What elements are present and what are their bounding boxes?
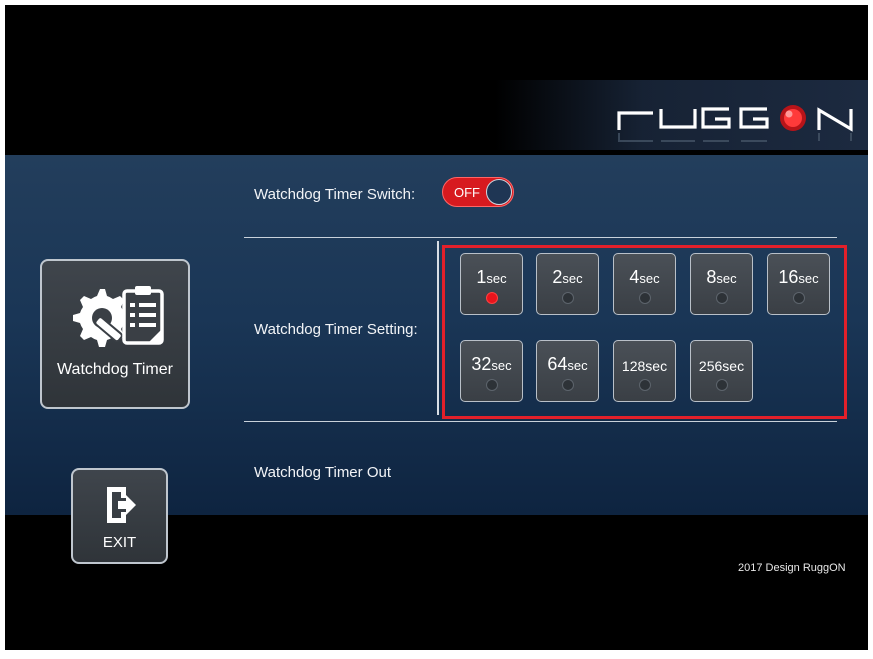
option-unit: sec bbox=[645, 358, 668, 374]
radio-unselected-icon bbox=[715, 379, 728, 391]
watchdog-switch-toggle[interactable]: OFF bbox=[442, 177, 514, 207]
copyright-text: 2017 Design RuggON bbox=[738, 562, 846, 574]
option-unit: sec bbox=[491, 358, 512, 373]
radio-unselected-icon bbox=[638, 379, 651, 391]
option-unit: sec bbox=[722, 358, 745, 374]
option-unit: sec bbox=[486, 271, 507, 286]
option-number: 4 bbox=[629, 267, 640, 287]
setting-divider bbox=[437, 241, 439, 415]
option-unit: sec bbox=[562, 271, 583, 286]
option-unit: sec bbox=[798, 271, 819, 286]
option-number: 32 bbox=[471, 354, 492, 374]
timer-option-256sec[interactable]: 256sec bbox=[690, 340, 753, 402]
timer-option-4sec[interactable]: 4sec bbox=[613, 253, 676, 315]
radio-unselected-icon bbox=[561, 292, 574, 304]
radio-selected-icon bbox=[485, 292, 498, 304]
divider-top bbox=[244, 237, 837, 238]
timer-option-2sec[interactable]: 2sec bbox=[536, 253, 599, 315]
option-number: 1 bbox=[476, 267, 487, 287]
switch-label: Watchdog Timer Switch: bbox=[254, 186, 416, 203]
setting-label: Watchdog Timer Setting: bbox=[254, 321, 418, 338]
toggle-state-text: OFF bbox=[454, 185, 480, 200]
radio-unselected-icon bbox=[485, 379, 498, 391]
option-number: 64 bbox=[547, 354, 568, 374]
option-number: 8 bbox=[706, 267, 717, 287]
timer-option-1sec[interactable]: 1sec bbox=[460, 253, 523, 315]
watchdog-timer-button[interactable]: Watchdog Timer bbox=[40, 259, 190, 409]
option-unit: sec bbox=[716, 271, 737, 286]
timer-out-label: Watchdog Timer Out bbox=[254, 464, 391, 481]
ruggon-logo bbox=[617, 105, 853, 142]
option-number: 2 bbox=[552, 267, 563, 287]
toggle-knob bbox=[486, 179, 512, 205]
option-unit: sec bbox=[567, 358, 588, 373]
gear-wrench-clipboard-icon bbox=[73, 286, 164, 347]
divider-bottom bbox=[244, 421, 837, 422]
app-window: Watchdog Timer Switch: OFF Watchdog Time… bbox=[5, 5, 868, 650]
timer-option-64sec[interactable]: 64sec bbox=[536, 340, 599, 402]
radio-unselected-icon bbox=[638, 292, 651, 304]
watchdog-timer-label: Watchdog Timer bbox=[57, 361, 173, 378]
radio-unselected-icon bbox=[561, 379, 574, 391]
radio-unselected-icon bbox=[715, 292, 728, 304]
exit-button[interactable]: EXIT bbox=[71, 468, 168, 564]
option-number: 16 bbox=[778, 267, 799, 287]
option-number: 256 bbox=[698, 358, 723, 374]
timer-option-16sec[interactable]: 16sec bbox=[767, 253, 830, 315]
timer-option-32sec[interactable]: 32sec bbox=[460, 340, 523, 402]
radio-unselected-icon bbox=[792, 292, 805, 304]
exit-label: EXIT bbox=[102, 534, 137, 551]
option-unit: sec bbox=[639, 271, 660, 286]
timer-option-128sec[interactable]: 128sec bbox=[613, 340, 676, 402]
timer-option-8sec[interactable]: 8sec bbox=[690, 253, 753, 315]
option-number: 128 bbox=[621, 358, 646, 374]
exit-door-arrow-icon bbox=[107, 487, 136, 523]
